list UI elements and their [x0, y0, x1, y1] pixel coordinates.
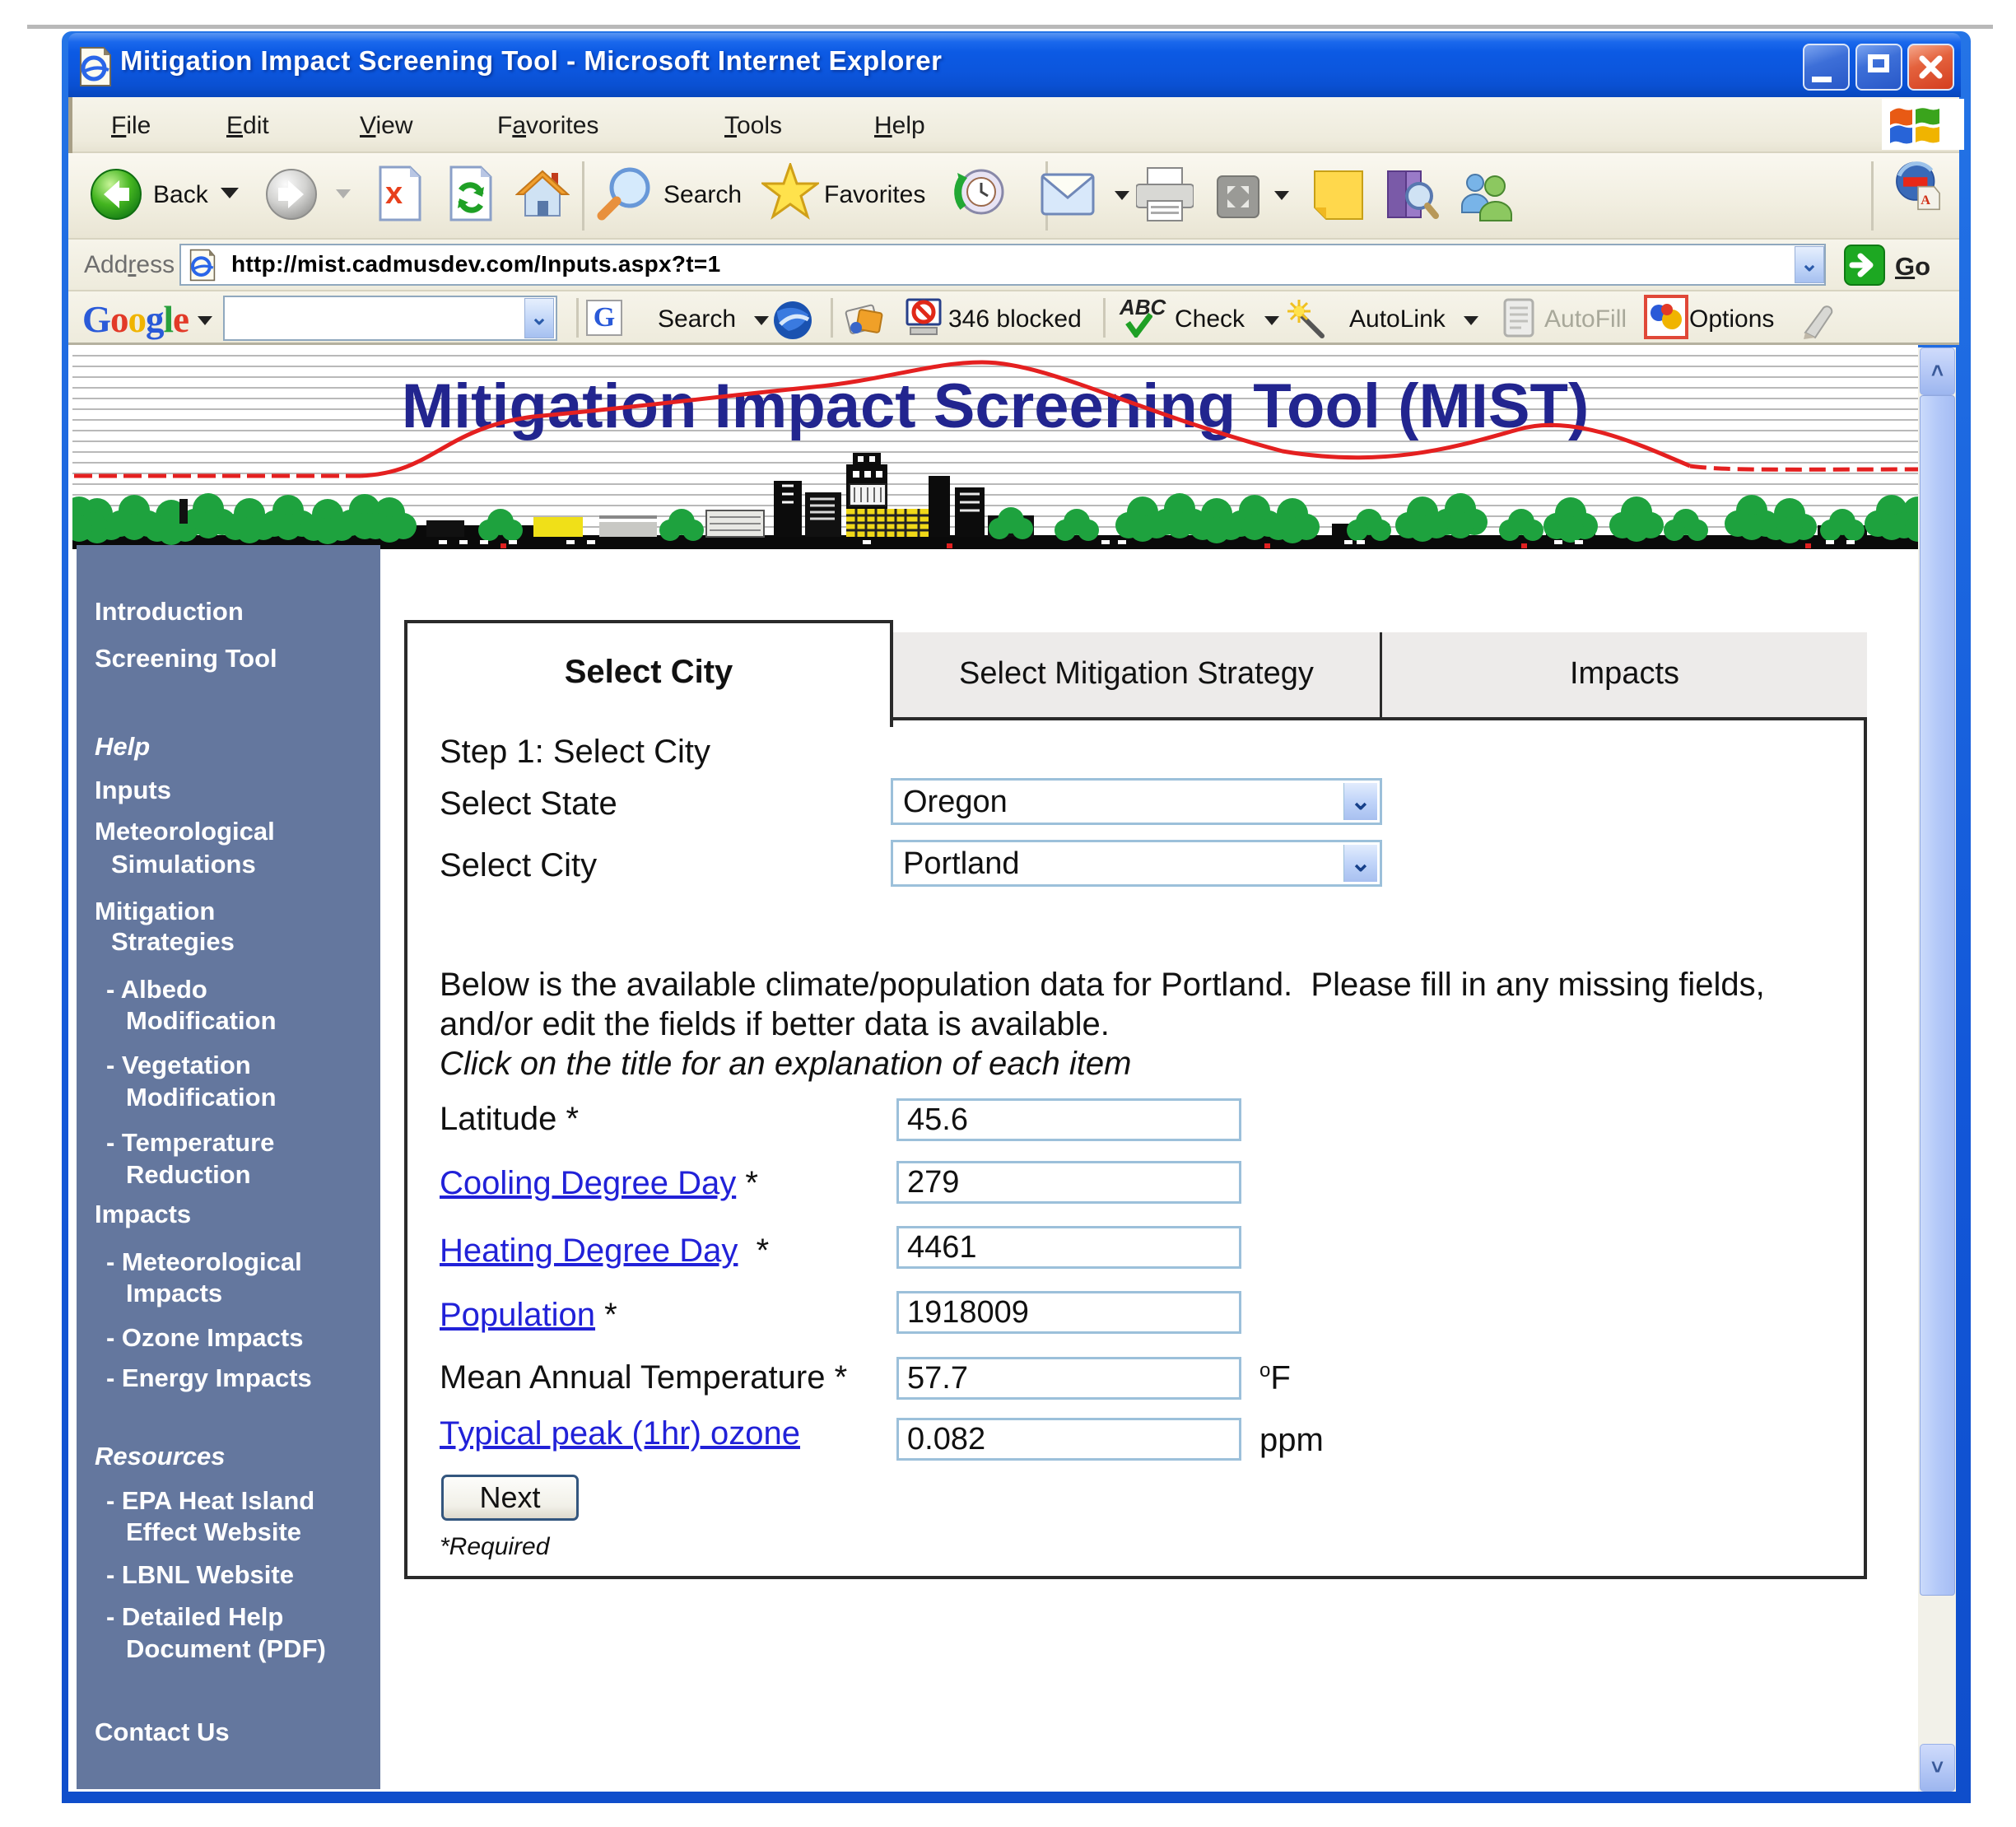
svg-text:A: A [1921, 192, 1930, 207]
svg-text:x: x [385, 176, 403, 211]
